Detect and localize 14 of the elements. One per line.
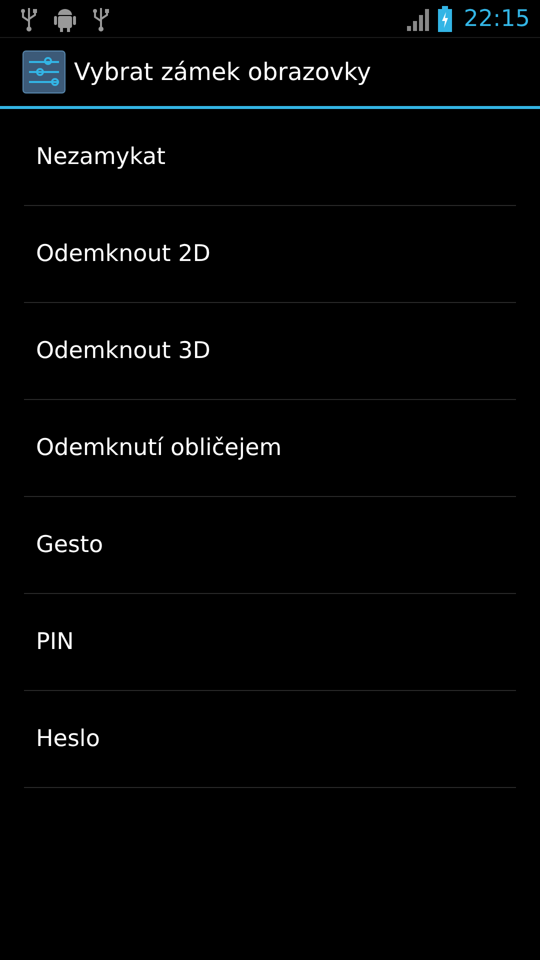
lock-option[interactable]: Heslo bbox=[24, 691, 516, 788]
clock-time: 22:15 bbox=[464, 6, 530, 32]
lock-option[interactable]: Odemknutí obličejem bbox=[24, 400, 516, 497]
signal-icon bbox=[406, 6, 430, 30]
lock-option[interactable]: Nezamykat bbox=[24, 109, 516, 206]
usb-icon bbox=[20, 6, 38, 32]
screen-title: Vybrat zámek obrazovky bbox=[74, 58, 372, 86]
battery-icon bbox=[438, 6, 452, 32]
lock-option[interactable]: PIN bbox=[24, 594, 516, 691]
settings-icon bbox=[22, 50, 66, 94]
lock-option[interactable]: Odemknout 2D bbox=[24, 206, 516, 303]
usb-icon bbox=[92, 6, 110, 32]
lock-option[interactable]: Gesto bbox=[24, 497, 516, 594]
lock-option[interactable]: Odemknout 3D bbox=[24, 303, 516, 400]
